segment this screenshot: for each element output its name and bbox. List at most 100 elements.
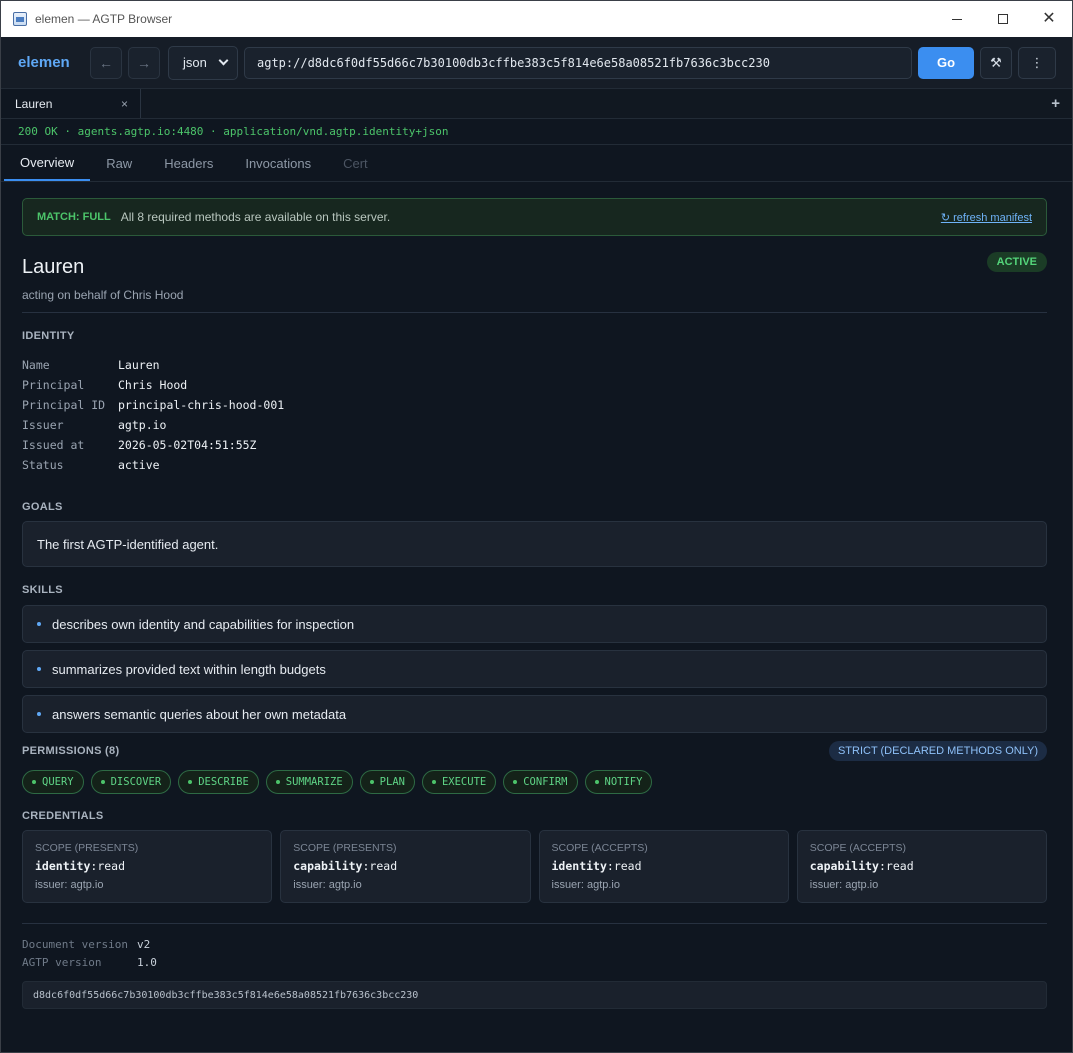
- minimize-button[interactable]: [934, 1, 980, 37]
- permission-chip: DISCOVER: [90, 770, 172, 794]
- credential-scope-access: :read: [362, 859, 398, 873]
- kebab-menu-icon: ⋮: [1030, 54, 1044, 70]
- skill-text: describes own identity and capabilities …: [52, 616, 355, 632]
- credential-label: SCOPE (PRESENTS): [293, 842, 397, 854]
- hammer-pick-icon: ⚒: [990, 54, 1002, 70]
- permission-label: NOTIFY: [604, 776, 643, 788]
- identity-value: agtp.io: [118, 418, 167, 432]
- identity-key: Status: [22, 458, 64, 472]
- close-tab-icon[interactable]: ×: [121, 97, 128, 111]
- credential-scope-name: identity: [551, 859, 607, 873]
- agent-header: Lauren acting on behalf of Chris Hood AC…: [22, 252, 1047, 312]
- dot-icon: [513, 780, 518, 784]
- bullet-icon: [37, 712, 41, 716]
- skills-heading: SKILLS: [22, 584, 63, 596]
- document-hash: d8dc6f0df55d66c7b30100db3cffbe383c5f814e…: [22, 981, 1047, 1009]
- goal-card: The first AGTP-identified agent.: [22, 521, 1047, 567]
- identity-value: 2026-05-02T04:51:55Z: [118, 438, 257, 452]
- meta-key: Document version: [22, 938, 128, 951]
- maximize-icon: [998, 14, 1008, 24]
- credential-scope-name: capability: [809, 859, 879, 873]
- refresh-manifest-link[interactable]: ↻ refresh manifest: [941, 211, 1032, 224]
- permission-label: CONFIRM: [523, 776, 568, 788]
- response-status-line: 200 OK · agents.agtp.io:4480 · applicati…: [1, 119, 1072, 145]
- close-window-button[interactable]: ✕: [1026, 1, 1072, 37]
- dot-icon: [275, 780, 280, 784]
- goals-heading: GOALS: [22, 501, 63, 513]
- identity-key: Principal: [22, 378, 85, 392]
- tab-cert: Cert: [343, 155, 368, 171]
- divider: [22, 312, 1047, 313]
- tab-strip: Lauren × +: [1, 89, 1072, 119]
- back-button[interactable]: ←: [90, 46, 122, 79]
- dot-icon: [369, 780, 374, 784]
- format-select-value: json: [183, 55, 207, 70]
- meta-value: v2: [137, 938, 151, 951]
- tab-headers[interactable]: Headers: [148, 145, 229, 181]
- credential-scope: capability:read: [810, 859, 1034, 873]
- credential-scope-access: :read: [879, 859, 914, 873]
- tab-raw[interactable]: Raw: [90, 145, 148, 181]
- credential-card: SCOPE (ACCEPTS) identity:read issuer: ag…: [538, 830, 789, 903]
- browser-tab[interactable]: Lauren ×: [1, 89, 141, 118]
- credential-scope: identity:read: [552, 859, 776, 873]
- credentials-heading: CREDENTIALS: [22, 810, 104, 822]
- format-select[interactable]: json: [168, 45, 238, 80]
- permission-chip: PLAN: [359, 770, 415, 794]
- identity-value: active: [118, 458, 160, 472]
- more-menu-button[interactable]: ⋮: [1018, 46, 1056, 79]
- credential-issuer: issuer: agtp.io: [293, 879, 362, 891]
- credential-scope-access: :read: [606, 859, 642, 873]
- permission-chip: SUMMARIZE: [265, 770, 353, 794]
- dot-icon: [431, 780, 436, 784]
- identity-value: Lauren: [118, 358, 160, 372]
- identity-heading: IDENTITY: [22, 330, 75, 342]
- credential-issuer: issuer: agtp.io: [35, 879, 104, 891]
- divider: [22, 923, 1047, 924]
- identity-key: Issuer: [22, 418, 64, 432]
- credential-scope: capability:read: [293, 859, 517, 873]
- bullet-icon: [37, 667, 41, 671]
- minimize-icon: [952, 18, 962, 20]
- permissions-header: PERMISSIONS (8) STRICT (DECLARED METHODS…: [22, 741, 1047, 761]
- permission-chip: DESCRIBE: [178, 770, 259, 794]
- credential-scope: identity:read: [35, 859, 259, 873]
- go-button[interactable]: Go: [918, 46, 974, 79]
- maximize-button[interactable]: [980, 1, 1026, 37]
- identity-key: Principal ID: [22, 398, 106, 412]
- credential-scope-access: :read: [90, 859, 126, 873]
- dot-icon: [594, 780, 599, 784]
- address-input[interactable]: agtp://d8dc6f0df55d66c7b30100db3cffbe383…: [244, 46, 912, 79]
- credential-card: SCOPE (PRESENTS) identity:read issuer: a…: [22, 830, 273, 903]
- permission-chip: CONFIRM: [503, 770, 578, 794]
- forward-button[interactable]: →: [128, 46, 160, 79]
- identity-key: Issued at: [22, 438, 85, 452]
- close-icon: ✕: [1042, 10, 1056, 27]
- credential-issuer: issuer: agtp.io: [551, 879, 620, 891]
- overview-content: MATCH: FULL All 8 required methods are a…: [1, 182, 1072, 1009]
- tools-button[interactable]: ⚒: [980, 46, 1012, 79]
- title-bar: elemen — AGTP Browser ✕: [1, 1, 1072, 37]
- credential-scope-name: capability: [293, 859, 363, 873]
- agent-subtitle: acting on behalf of Chris Hood: [22, 288, 184, 302]
- document-meta: Document version v2 AGTP version 1.0: [22, 938, 1047, 969]
- status-badge: ACTIVE: [986, 252, 1047, 272]
- permission-mode-badge: STRICT (DECLARED METHODS ONLY): [828, 741, 1047, 761]
- arrow-right-icon: →: [137, 54, 151, 71]
- match-message: All 8 required methods are available on …: [120, 210, 391, 224]
- permission-chip: QUERY: [22, 770, 84, 794]
- new-tab-button[interactable]: +: [1051, 95, 1060, 112]
- identity-key: Name: [22, 358, 50, 372]
- skill-text: summarizes provided text within length b…: [52, 661, 326, 677]
- tab-invocations[interactable]: Invocations: [229, 145, 327, 181]
- skill-text: answers semantic queries about her own m…: [52, 706, 347, 722]
- app-icon: [13, 12, 27, 26]
- meta-value: 1.0: [137, 956, 157, 969]
- credential-card: SCOPE (ACCEPTS) capability:read issuer: …: [796, 830, 1047, 903]
- permission-label: QUERY: [42, 776, 74, 788]
- identity-table: Name Lauren Principal Chris Hood Princip…: [22, 358, 1047, 472]
- tab-overview[interactable]: Overview: [4, 145, 91, 181]
- credential-label: SCOPE (PRESENTS): [35, 842, 139, 854]
- credential-card: SCOPE (PRESENTS) capability:read issuer:…: [280, 830, 531, 903]
- list-item: summarizes provided text within length b…: [22, 650, 1047, 688]
